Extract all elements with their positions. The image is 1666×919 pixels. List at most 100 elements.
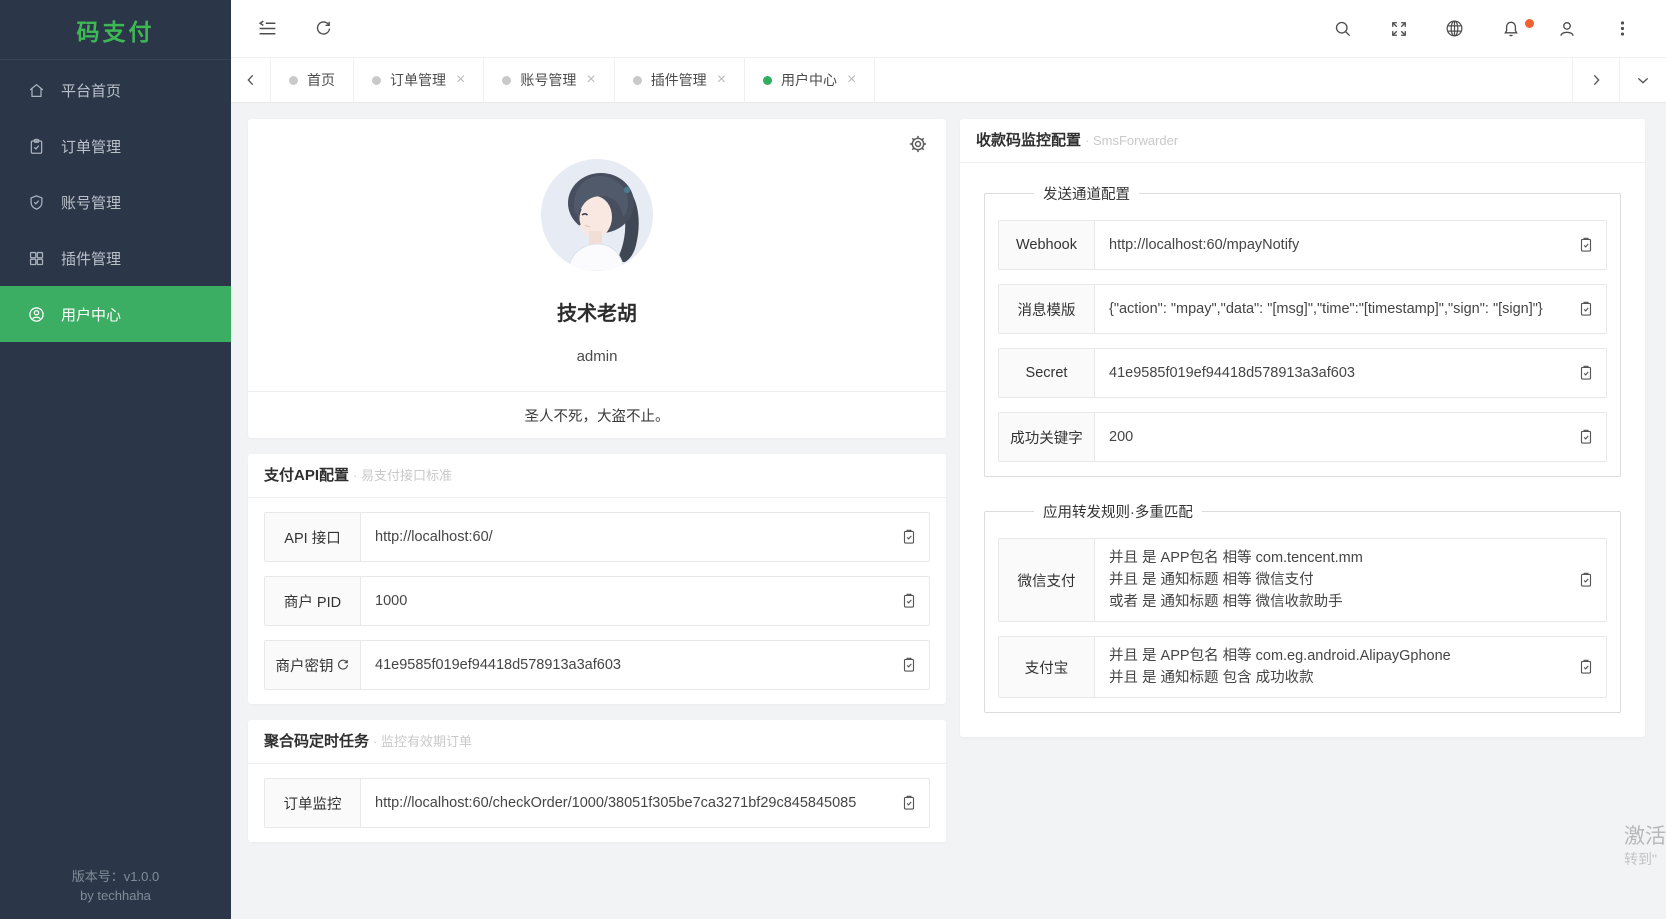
card-body: API 接口 http://localhost:60/ 商户 PID 1000 (248, 498, 946, 704)
field-label: 消息模版 (999, 285, 1095, 333)
rule-line: 并且 是 APP包名 相等 com.tencent.mm (1109, 547, 1556, 569)
sidebar-item-label: 用户中心 (61, 304, 121, 325)
notification-bell-icon[interactable] (1500, 18, 1521, 39)
copy-icon[interactable] (1566, 349, 1606, 397)
send-channel-fieldset: 发送通道配置 Webhook http://localhost:60/mpayN… (984, 183, 1621, 477)
field-row-webhook: Webhook http://localhost:60/mpayNotify (998, 220, 1607, 270)
fullscreen-icon[interactable] (1388, 18, 1409, 39)
tab-close-icon[interactable]: × (586, 72, 595, 88)
tab-accounts[interactable]: 账号管理 × (484, 58, 614, 102)
card-body: 订单监控 http://localhost:60/checkOrder/1000… (248, 764, 946, 842)
sidebar-item-orders[interactable]: 订单管理 (0, 118, 231, 174)
field-label: Secret (999, 349, 1095, 397)
field-value: {"action": "mpay","data": "[msg]","time"… (1095, 285, 1566, 333)
card-subtitle: · 易支付接口标准 (353, 468, 452, 483)
field-label: 商户 PID (265, 577, 361, 625)
field-row-wechat-pay-rules: 微信支付 并且 是 APP包名 相等 com.tencent.mm 并且 是 通… (998, 538, 1607, 622)
regenerate-key-icon[interactable] (336, 658, 350, 672)
settings-gear-icon[interactable] (907, 133, 929, 155)
tab-label: 插件管理 (651, 70, 707, 90)
tab-close-icon[interactable]: × (717, 72, 726, 88)
copy-icon[interactable] (889, 779, 929, 827)
tab-dot (502, 76, 511, 85)
rule-line: 并且 是 通知标题 相等 微信支付 (1109, 569, 1556, 591)
left-column: 技术老胡 admin 圣人不死，大盗不止。 支付API配置· 易支付接口标准 A… (248, 119, 946, 842)
tab-orders[interactable]: 订单管理 × (354, 58, 484, 102)
language-globe-icon[interactable] (1444, 18, 1465, 39)
sidebar-item-home[interactable]: 平台首页 (0, 62, 231, 118)
tab-home[interactable]: 首页 (271, 58, 354, 102)
tab-dot (289, 76, 298, 85)
right-column: 收款码监控配置 · SmsForwarder 发送通道配置 Webhook htt… (960, 119, 1645, 737)
field-value: 41e9585f019ef94418d578913a3af603 (1095, 349, 1566, 397)
topbar (231, 0, 1666, 58)
card-subtitle: · 监控有效期订单 (373, 734, 472, 749)
version-author: by techhaha (0, 887, 231, 906)
tab-plugins[interactable]: 插件管理 × (615, 58, 745, 102)
card-subtitle: · SmsForwarder (1085, 133, 1178, 148)
card-body: 发送通道配置 Webhook http://localhost:60/mpayN… (960, 163, 1645, 737)
tab-label: 账号管理 (520, 70, 576, 90)
tabs-scroll-left-icon[interactable] (231, 58, 271, 102)
copy-icon[interactable] (1566, 285, 1606, 333)
profile-username: admin (248, 348, 946, 365)
field-row-merchant-pid: 商户 PID 1000 (264, 576, 930, 626)
field-label: Webhook (999, 221, 1095, 269)
card-title-text: 支付API配置 (264, 467, 349, 484)
tabs-scroll-right-icon[interactable] (1572, 58, 1619, 102)
timer-task-card: 聚合码定时任务· 监控有效期订单 订单监控 http://localhost:6… (248, 720, 946, 842)
field-label: 成功关键字 (999, 413, 1095, 461)
card-title: 聚合码定时任务· 监控有效期订单 (248, 720, 946, 764)
forward-rules-fieldset: 应用转发规则·多重匹配 微信支付 并且 是 APP包名 相等 com.tence… (984, 501, 1621, 713)
sidebar-item-label: 账号管理 (61, 192, 121, 213)
copy-icon[interactable] (889, 641, 929, 689)
sidebar: 码支付 平台首页 订单管理 账号管理 (0, 0, 231, 919)
tab-user-center[interactable]: 用户中心 × (745, 58, 875, 102)
field-value: 41e9585f019ef94418d578913a3af603 (361, 641, 889, 689)
card-title-text: 收款码监控配置 (976, 132, 1081, 149)
notification-dot (1525, 19, 1534, 28)
field-value: http://localhost:60/ (361, 513, 889, 561)
avatar[interactable] (541, 159, 653, 271)
tab-dot (633, 76, 642, 85)
more-options-icon[interactable] (1612, 18, 1633, 39)
copy-icon[interactable] (1566, 539, 1606, 621)
tabs-menu-chevron-icon[interactable] (1619, 58, 1666, 102)
monitor-config-card: 收款码监控配置 · SmsForwarder 发送通道配置 Webhook htt… (960, 119, 1645, 737)
tab-close-icon[interactable]: × (456, 72, 465, 88)
field-row-merchant-key: 商户密钥 41e9585f019ef94418d578913a3af603 (264, 640, 930, 690)
tab-dot (372, 76, 381, 85)
sidebar-item-accounts[interactable]: 账号管理 (0, 174, 231, 230)
sidebar-item-plugins[interactable]: 插件管理 (0, 230, 231, 286)
profile-motto: 圣人不死，大盗不止。 (248, 391, 946, 438)
sidebar-item-label: 插件管理 (61, 248, 121, 269)
copy-icon[interactable] (1566, 637, 1606, 697)
field-value: http://localhost:60/checkOrder/1000/3805… (361, 779, 889, 827)
tab-bar: 首页 订单管理 × 账号管理 × 插件管理 × 用户中心 × (231, 58, 1666, 103)
field-value: 1000 (361, 577, 889, 625)
tab-label: 订单管理 (390, 70, 446, 90)
copy-icon[interactable] (889, 577, 929, 625)
field-row-secret: Secret 41e9585f019ef94418d578913a3af603 (998, 348, 1607, 398)
sidebar-menu: 平台首页 订单管理 账号管理 插件管理 (0, 60, 231, 342)
copy-icon[interactable] (1566, 221, 1606, 269)
field-row-success-keyword: 成功关键字 200 (998, 412, 1607, 462)
field-value: 并且 是 APP包名 相等 com.tencent.mm 并且 是 通知标题 相… (1095, 539, 1566, 621)
order-clipboard-icon (27, 137, 46, 156)
copy-icon[interactable] (889, 513, 929, 561)
field-label: 商户密钥 (265, 641, 361, 689)
copy-icon[interactable] (1566, 413, 1606, 461)
user-profile-icon[interactable] (1556, 18, 1577, 39)
shield-check-icon (27, 193, 46, 212)
field-label: 支付宝 (999, 637, 1095, 697)
refresh-icon[interactable] (313, 18, 334, 39)
version-info: 版本号：v1.0.0 by techhaha (0, 868, 231, 906)
sidebar-item-user-center[interactable]: 用户中心 (0, 286, 231, 342)
user-circle-icon (27, 305, 46, 324)
search-icon[interactable] (1332, 18, 1353, 39)
collapse-menu-icon[interactable] (257, 18, 278, 39)
tab-close-icon[interactable]: × (847, 72, 856, 88)
rule-line: 或者 是 通知标题 相等 微信收款助手 (1109, 591, 1556, 613)
main-area: 首页 订单管理 × 账号管理 × 插件管理 × 用户中心 × (231, 0, 1666, 919)
field-value: 200 (1095, 413, 1566, 461)
